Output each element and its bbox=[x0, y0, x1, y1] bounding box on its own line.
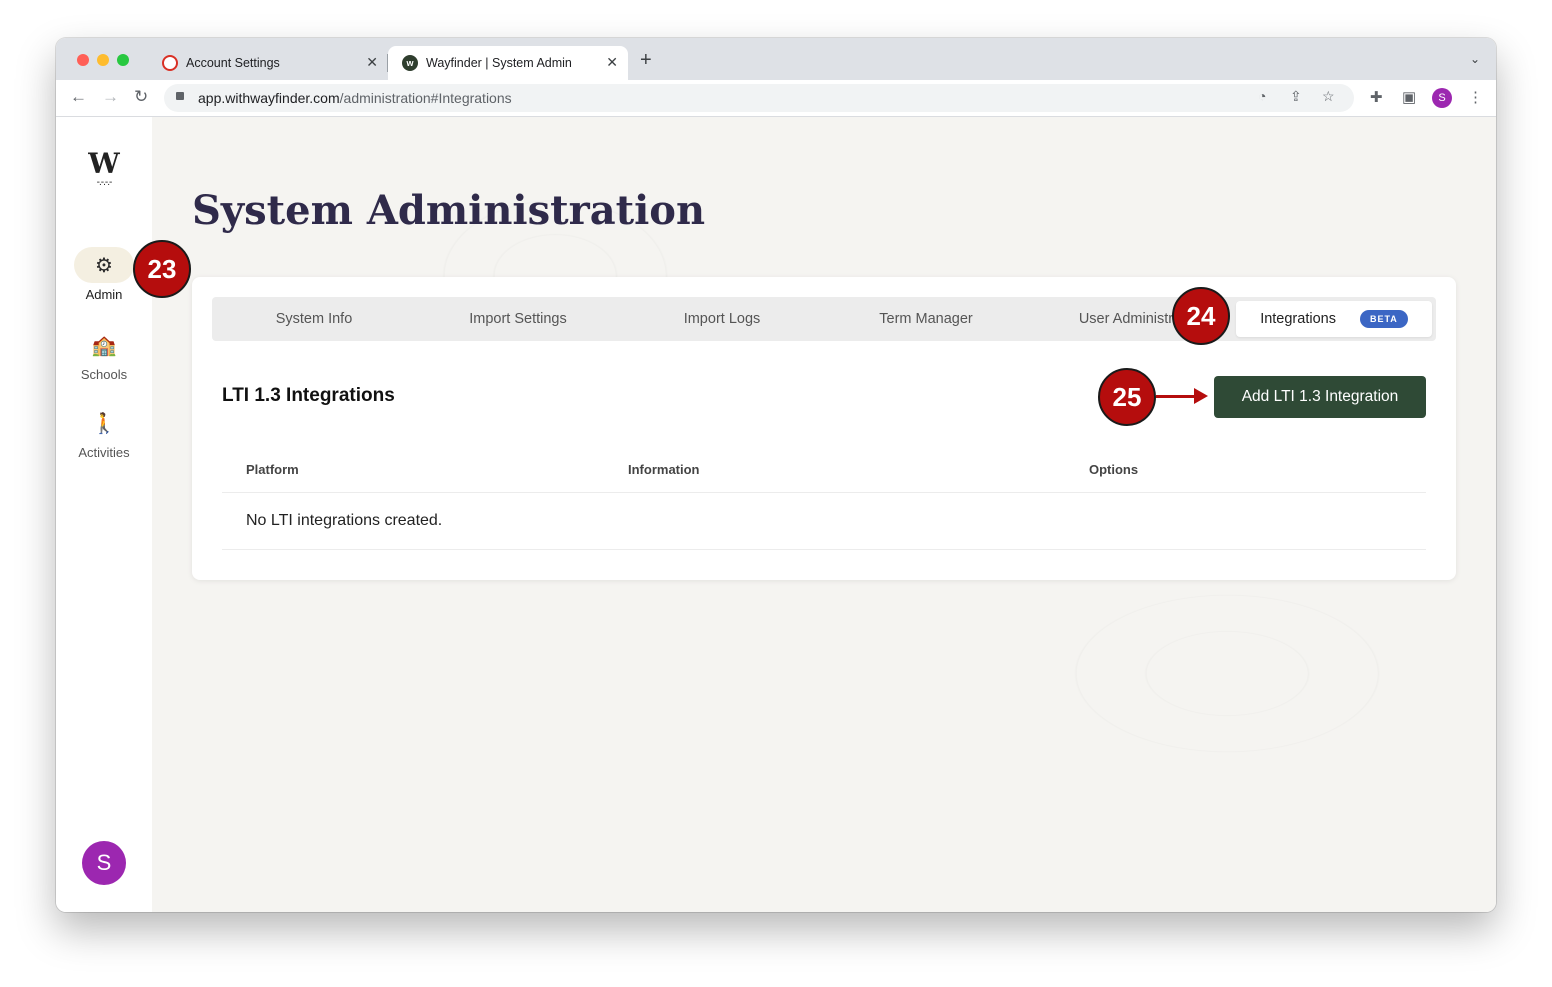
table-row: No LTI integrations created. bbox=[222, 493, 1426, 550]
school-icon: 🏫 bbox=[91, 334, 117, 357]
address-bar[interactable]: app.withwayfinder.com/administration#Int… bbox=[164, 84, 1354, 112]
step-marker-23: 23 bbox=[133, 240, 191, 298]
admin-tabs: System Info Import Settings Import Logs … bbox=[212, 297, 1436, 341]
share-icon[interactable]: ⇪ bbox=[1290, 88, 1302, 105]
forward-arrow-icon[interactable]: → bbox=[102, 87, 119, 107]
user-avatar[interactable]: S bbox=[82, 841, 126, 885]
tab-import-logs[interactable]: Import Logs bbox=[620, 297, 824, 341]
reload-icon[interactable]: ↻ bbox=[134, 87, 148, 107]
tab-integrations[interactable]: Integrations BETA bbox=[1236, 301, 1432, 337]
tab-strip: Account Settings ✕ w Wayfinder | System … bbox=[56, 38, 1496, 80]
minimize-window-button[interactable] bbox=[97, 54, 109, 66]
performance-icon[interactable]: ◔ bbox=[1258, 88, 1266, 104]
close-tab-icon[interactable]: ✕ bbox=[606, 54, 618, 71]
browser-tab-account-settings[interactable]: Account Settings ✕ bbox=[148, 46, 388, 80]
tab-search-chevron-icon[interactable]: ⌄ bbox=[1470, 52, 1480, 66]
bookmark-star-icon[interactable]: ☆ bbox=[1322, 88, 1335, 105]
sidebar-item-activities[interactable]: 🚶 Activities bbox=[56, 405, 152, 461]
browser-tab-system-admin[interactable]: w Wayfinder | System Admin ✕ bbox=[388, 46, 628, 80]
column-header-information: Information bbox=[628, 462, 700, 477]
wayfinder-logo[interactable]: W -.-.-.- bbox=[86, 149, 122, 189]
column-header-options: Options bbox=[1089, 462, 1139, 477]
step-marker-24: 24 bbox=[1172, 287, 1230, 345]
hiker-icon: 🚶 bbox=[91, 412, 117, 435]
browser-toolbar: ← → ↻ app.withwayfinder.com/administrati… bbox=[56, 80, 1496, 117]
side-panel-icon[interactable]: ▣ bbox=[1402, 88, 1416, 106]
section-title: LTI 1.3 Integrations bbox=[222, 385, 395, 406]
close-tab-icon[interactable]: ✕ bbox=[366, 54, 378, 71]
extensions-puzzle-icon[interactable]: ✚ bbox=[1370, 88, 1383, 106]
add-lti-integration-button[interactable]: Add LTI 1.3 Integration bbox=[1214, 376, 1426, 418]
favicon-icon bbox=[162, 55, 178, 71]
step-marker-25: 25 bbox=[1098, 368, 1156, 426]
tab-label: Integrations bbox=[1260, 311, 1336, 327]
annotation-arrow-line bbox=[1156, 395, 1196, 398]
app-sidebar: W -.-.-.- ⚙ Admin 🏫 Schools 🚶 Activities… bbox=[56, 117, 152, 912]
url-text[interactable]: app.withwayfinder.com/administration#Int… bbox=[198, 90, 512, 106]
close-window-button[interactable] bbox=[77, 54, 89, 66]
browser-profile-avatar[interactable]: S bbox=[1432, 88, 1452, 108]
beta-badge: BETA bbox=[1359, 310, 1408, 329]
tab-title: Account Settings bbox=[186, 56, 280, 70]
column-header-platform: Platform bbox=[246, 462, 299, 477]
tab-system-info[interactable]: System Info bbox=[212, 297, 416, 341]
sidebar-item-label: Activities bbox=[78, 445, 130, 460]
page-title: System Administration bbox=[192, 187, 706, 234]
sidebar-item-label: Schools bbox=[80, 367, 128, 382]
admin-card: System Info Import Settings Import Logs … bbox=[192, 277, 1456, 580]
tab-import-settings[interactable]: Import Settings bbox=[416, 297, 620, 341]
sidebar-item-label: Admin bbox=[85, 287, 123, 302]
empty-table-message: No LTI integrations created. bbox=[246, 512, 443, 529]
wayfinder-favicon-icon: w bbox=[402, 55, 418, 71]
zoom-window-button[interactable] bbox=[117, 54, 129, 66]
main-content: System Administration System Info Import… bbox=[152, 117, 1496, 912]
annotation-arrow-head bbox=[1194, 388, 1208, 404]
tab-term-manager[interactable]: Term Manager bbox=[824, 297, 1028, 341]
back-arrow-icon[interactable]: ← bbox=[70, 87, 87, 107]
new-tab-icon[interactable]: + bbox=[640, 49, 652, 72]
sidebar-item-schools[interactable]: 🏫 Schools bbox=[56, 327, 152, 383]
gear-icon: ⚙ bbox=[74, 247, 134, 283]
kebab-menu-icon[interactable]: ⋮ bbox=[1468, 88, 1483, 106]
lock-icon bbox=[176, 92, 184, 100]
browser-window: Account Settings ✕ w Wayfinder | System … bbox=[56, 38, 1496, 912]
table-header: Platform Information Options bbox=[222, 452, 1426, 493]
tab-title: Wayfinder | System Admin bbox=[426, 56, 572, 70]
